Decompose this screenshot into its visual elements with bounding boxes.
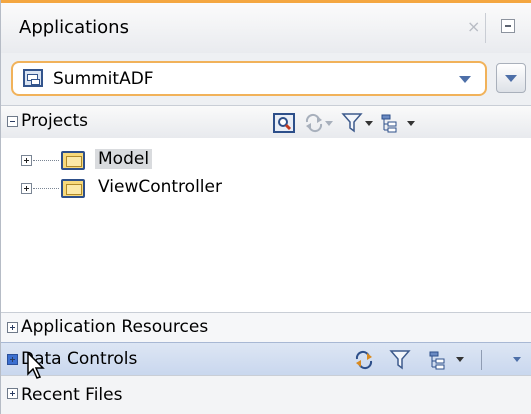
folder-icon [61,179,85,198]
tree-item-model[interactable]: Model [1,146,531,174]
application-dropdown-value: SummitADF [53,69,154,89]
panel-title-bar: Applications × [1,0,531,53]
minimize-button[interactable] [501,19,515,33]
application-resources-section-header[interactable]: Application Resources [1,312,531,342]
tree-connector [33,160,59,161]
tree-connector [33,188,59,189]
project-tree: Model ViewController [1,138,531,312]
recent-files-label: Recent Files [21,385,123,405]
application-icon [23,69,43,87]
panel-title: Applications [19,17,129,38]
structure-icon[interactable] [429,350,451,375]
collapse-icon[interactable] [7,116,18,127]
structure-dropdown-icon[interactable] [407,121,415,126]
recent-files-section-header[interactable]: Recent Files [1,375,531,414]
filter-icon[interactable] [341,112,363,139]
sync-icon[interactable] [353,350,375,375]
tree-item-label[interactable]: ViewController [95,177,225,197]
structure-dropdown-icon[interactable] [456,357,464,362]
mouse-cursor-icon [27,351,45,385]
folder-icon [61,151,85,170]
application-dropdown[interactable]: SummitADF [11,61,487,96]
expand-icon[interactable] [7,354,18,365]
expand-icon[interactable] [21,155,32,166]
toolbar-separator [481,350,482,370]
tree-item-viewcontroller[interactable]: ViewController [1,174,531,202]
structure-icon[interactable] [381,113,403,138]
chevron-down-icon [459,76,471,83]
application-menu-button[interactable] [496,63,526,93]
panel-menu-dropdown-icon[interactable] [513,357,521,362]
title-separator [485,13,486,43]
sync-icon[interactable] [303,113,325,138]
expand-icon[interactable] [7,388,18,399]
expand-icon[interactable] [21,183,32,194]
expand-icon[interactable] [7,322,18,333]
close-icon[interactable]: × [467,17,480,36]
projects-section-header[interactable]: Projects [1,105,531,138]
sync-dropdown-icon[interactable] [325,121,333,126]
application-selector-bar: SummitADF [1,53,531,105]
applications-panel: Applications × SummitADF Projects Model … [0,0,531,414]
tree-item-label[interactable]: Model [95,149,153,169]
filter-dropdown-icon[interactable] [365,121,373,126]
filter-icon[interactable] [389,349,411,376]
zoom-icon[interactable] [273,113,295,138]
application-resources-label: Application Resources [21,317,209,337]
projects-label: Projects [21,111,89,131]
data-controls-section-header[interactable]: Data Controls [1,342,531,375]
